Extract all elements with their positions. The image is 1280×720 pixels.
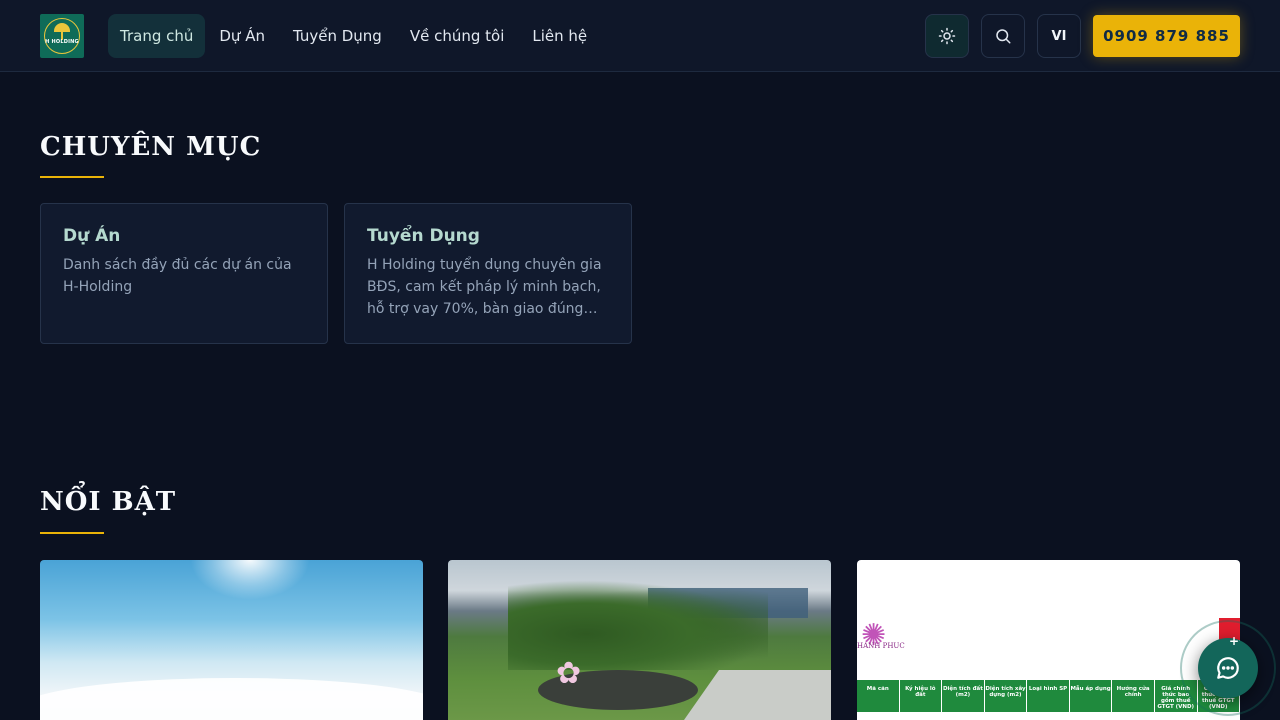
brand-text: HANH PHUC	[857, 642, 905, 650]
featured-image-1[interactable]	[40, 560, 423, 720]
featured-title: NỔI BẬT	[40, 487, 177, 517]
table-header-cell: Ký hiệu lô đất	[900, 680, 943, 712]
table-header-cell: Diện tích đất (m2)	[942, 680, 985, 712]
featured-underline	[40, 532, 104, 534]
category-card-desc: Danh sách đầy đủ các dự án của H-Holding	[63, 257, 292, 295]
sky-sun	[190, 560, 310, 600]
nav-item-projects[interactable]: Dự Án	[205, 14, 279, 58]
table-header-cell: Mẫu áp dụng	[1070, 680, 1113, 712]
walkway	[676, 670, 831, 720]
trees	[508, 580, 768, 670]
sun-icon	[938, 27, 956, 45]
logo-text: H HOLDING	[45, 39, 79, 45]
category-card-title: Tuyển Dụng	[367, 226, 480, 246]
categories-title: CHUYÊN MỤC	[40, 132, 262, 162]
sparkle-icon: +	[1229, 634, 1240, 648]
nav-item-contact[interactable]: Liên hệ	[518, 14, 601, 58]
search-button[interactable]	[981, 14, 1025, 58]
category-card-recruitment[interactable]: Tuyển Dụng H Holding tuyển dụng chuyên g…	[344, 203, 632, 344]
theme-toggle-button[interactable]	[925, 14, 969, 58]
chat-bubble-icon	[1217, 657, 1239, 679]
table-header-cell: Loại hình SP	[1027, 680, 1070, 712]
category-card-projects[interactable]: Dự Án Danh sách đầy đủ các dự án của H-H…	[40, 203, 328, 344]
chat-button[interactable]	[1198, 638, 1258, 698]
language-button[interactable]: VI	[1037, 14, 1081, 58]
nav-item-home[interactable]: Trang chủ	[108, 14, 206, 58]
phone-button[interactable]: 0909 879 885	[1093, 15, 1240, 57]
site-header: H HOLDING Trang chủ Dự Án Tuyển Dụng Về …	[0, 0, 1280, 72]
table-header-cell: Hướng cửa chính	[1112, 680, 1155, 712]
flower-icon: ✿	[556, 656, 582, 691]
categories-underline	[40, 176, 104, 178]
search-icon	[996, 29, 1011, 44]
category-card-desc: H Holding tuyển dụng chuyên gia BĐS, cam…	[367, 257, 602, 317]
featured-image-2[interactable]: ✿	[448, 560, 831, 720]
category-card-title: Dự Án	[63, 226, 121, 246]
table-header-cell: Diện tích xây dựng (m2)	[985, 680, 1028, 712]
nav-item-about[interactable]: Về chúng tôi	[396, 14, 519, 58]
cloud-layer	[40, 678, 423, 720]
featured-image-3[interactable]: ✺ HANH PHUC Mã căn Ký hiệu lô đất Diện t…	[857, 560, 1240, 720]
logo[interactable]: H HOLDING	[40, 14, 84, 58]
main-nav: Trang chủ Dự Án Tuyển Dụng Về chúng tôi …	[108, 14, 601, 58]
nav-item-recruitment[interactable]: Tuyển Dụng	[279, 14, 396, 58]
table-header-cell: Mã căn	[857, 680, 900, 712]
